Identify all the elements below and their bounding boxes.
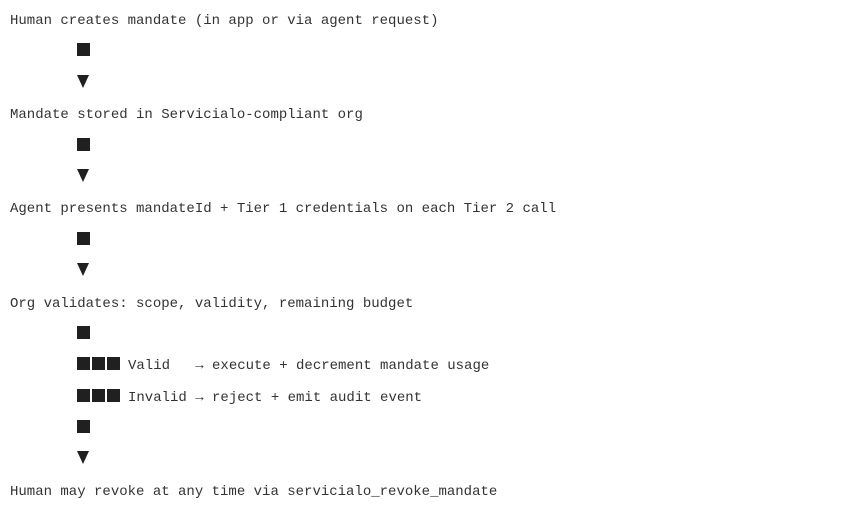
connector-line [10,325,556,356]
branch-invalid: Invalid → reject + emit audit event [10,388,556,419]
step-org-validates: Org validates: scope, validity, remainin… [10,295,414,312]
arrow-down-icon [77,168,89,182]
arrow-down-icon [77,263,89,277]
connector-arrow [10,262,556,293]
branch-square-icon [77,388,90,402]
branch-square-icon [77,357,90,371]
branch-square-icon [92,357,105,371]
connector-line [10,137,556,168]
connector-arrow [10,74,556,105]
step-create-mandate: Human creates mandate (in app or via age… [10,13,439,29]
step-mandate-stored: Mandate stored in Servicialo-compliant o… [10,107,363,124]
arrow-down-icon [77,74,89,88]
branch-square-icon [107,357,120,371]
branch-invalid-label: Invalid → reject + emit audit event [128,389,423,406]
connector-line [10,42,556,73]
connector-arrow [10,168,556,199]
branch-valid-label: Valid → execute + decrement mandate usag… [128,358,490,375]
step-human-revoke: Human may revoke at any time via servici… [10,483,498,500]
branch-square-icon [107,388,120,402]
connector-arrow [10,450,556,481]
connector-line [10,419,556,450]
flow-diagram: Human creates mandate (in app or via age… [10,11,556,513]
connector-line [10,231,556,262]
connector-square-icon [77,43,90,57]
arrow-down-icon [77,451,89,465]
connector-square-icon [77,420,90,434]
branch-square-icon [92,388,105,402]
branch-valid: Valid → execute + decrement mandate usag… [10,356,556,387]
step-agent-presents: Agent presents mandateId + Tier 1 creden… [10,201,557,218]
connector-square-icon [77,325,90,339]
connector-square-icon [77,231,90,245]
connector-square-icon [77,137,90,151]
